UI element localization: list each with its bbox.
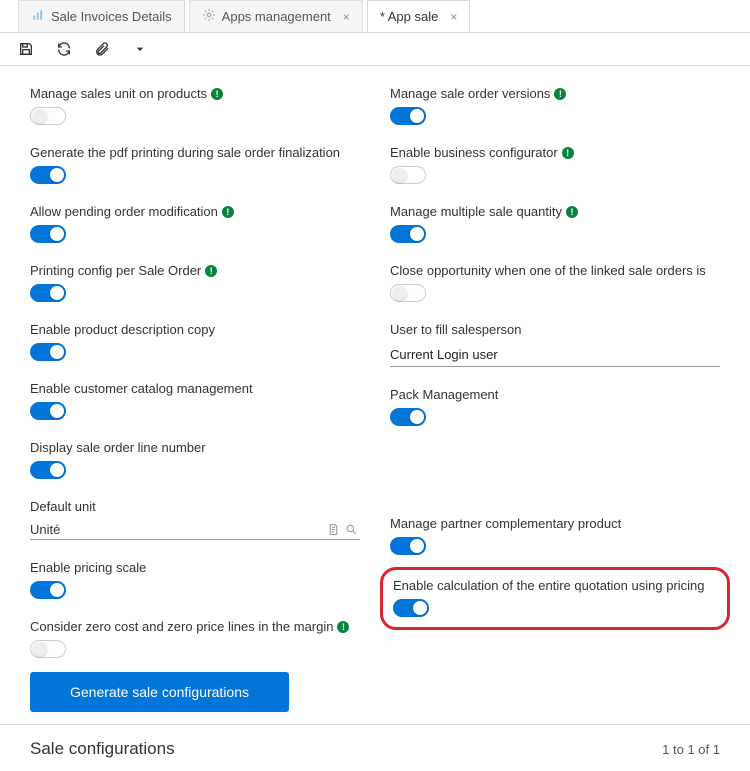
toggle-enable-cust-catalog[interactable] xyxy=(30,402,66,420)
default-unit-input[interactable]: Unité xyxy=(30,520,360,540)
toggle-enable-pricing[interactable] xyxy=(30,581,66,599)
toggle-allow-pending[interactable] xyxy=(30,225,66,243)
toolbar xyxy=(0,33,750,66)
chevron-down-icon[interactable] xyxy=(130,39,150,59)
field-printing-config: Printing config per Sale Order! xyxy=(30,263,360,302)
field-close-opp: Close opportunity when one of the linked… xyxy=(390,263,720,302)
field-user-fill: User to fill salesperson Current Login u… xyxy=(390,322,720,367)
generate-button[interactable]: Generate sale configurations xyxy=(30,672,289,712)
field-enable-cust-catalog: Enable customer catalog management xyxy=(30,381,360,420)
field-consider-zero: Consider zero cost and zero price lines … xyxy=(30,619,360,658)
section-title: Sale configurations xyxy=(30,739,175,759)
toggle-printing-config[interactable] xyxy=(30,284,66,302)
field-pack-mgmt: Pack Management xyxy=(390,387,720,426)
toggle-consider-zero[interactable] xyxy=(30,640,66,658)
field-manage-multi: Manage multiple sale quantity! xyxy=(390,204,720,243)
toggle-close-opp[interactable] xyxy=(390,284,426,302)
tab-label: Sale Invoices Details xyxy=(51,9,172,24)
tab-bar: Sale Invoices Details Apps management × … xyxy=(0,0,750,33)
field-enable-prod-desc: Enable product description copy xyxy=(30,322,360,361)
field-allow-pending: Allow pending order modification! xyxy=(30,204,360,243)
field-generate-pdf: Generate the pdf printing during sale or… xyxy=(30,145,360,184)
refresh-button[interactable] xyxy=(54,39,74,59)
gear-icon xyxy=(202,8,216,25)
toggle-manage-partner[interactable] xyxy=(390,537,426,555)
save-button[interactable] xyxy=(16,39,36,59)
field-display-line-num: Display sale order line number xyxy=(30,440,360,479)
user-fill-select[interactable]: Current Login user xyxy=(390,343,720,367)
info-icon[interactable]: ! xyxy=(566,206,578,218)
left-column: Manage sales unit on products! Generate … xyxy=(30,86,360,658)
toggle-generate-pdf[interactable] xyxy=(30,166,66,184)
attach-button[interactable] xyxy=(92,39,112,59)
document-icon[interactable] xyxy=(324,523,342,536)
toggle-enable-prod-desc[interactable] xyxy=(30,343,66,361)
field-manage-versions: Manage sale order versions! xyxy=(390,86,720,125)
toggle-manage-multi[interactable] xyxy=(390,225,426,243)
highlight-enable-calc: Enable calculation of the entire quotati… xyxy=(380,567,730,630)
field-manage-partner: Manage partner complementary product xyxy=(390,516,720,555)
field-enable-business: Enable business configurator! xyxy=(390,145,720,184)
tab-sale-invoices-details[interactable]: Sale Invoices Details xyxy=(18,0,185,32)
toggle-pack-mgmt[interactable] xyxy=(390,408,426,426)
sale-configurations-section: Sale configurations 1 to 1 of 1 xyxy=(0,724,750,763)
tab-label: Apps management xyxy=(222,9,331,24)
toggle-display-line-num[interactable] xyxy=(30,461,66,479)
field-manage-sales-unit: Manage sales unit on products! xyxy=(30,86,360,125)
info-icon[interactable]: ! xyxy=(554,88,566,100)
toggle-manage-versions[interactable] xyxy=(390,107,426,125)
field-enable-calc: Enable calculation of the entire quotati… xyxy=(393,578,717,617)
close-icon[interactable]: × xyxy=(343,10,350,24)
info-icon[interactable]: ! xyxy=(222,206,234,218)
toggle-enable-business[interactable] xyxy=(390,166,426,184)
toggle-manage-sales-unit[interactable] xyxy=(30,107,66,125)
tab-apps-management[interactable]: Apps management × xyxy=(189,0,363,32)
field-default-unit: Default unit Unité xyxy=(30,499,360,540)
toggle-enable-calc[interactable] xyxy=(393,599,429,617)
field-enable-pricing: Enable pricing scale xyxy=(30,560,360,599)
form-content: Manage sales unit on products! Generate … xyxy=(0,66,750,668)
right-column: Manage sale order versions! Enable busin… xyxy=(390,86,720,658)
close-icon[interactable]: × xyxy=(450,10,457,24)
pager-label: 1 to 1 of 1 xyxy=(662,742,720,757)
info-icon[interactable]: ! xyxy=(211,88,223,100)
tab-app-sale[interactable]: * App sale × xyxy=(367,0,471,32)
search-icon[interactable] xyxy=(342,523,360,536)
tab-label: * App sale xyxy=(380,9,439,24)
info-icon[interactable]: ! xyxy=(205,265,217,277)
chart-icon xyxy=(31,8,45,25)
info-icon[interactable]: ! xyxy=(337,621,349,633)
info-icon[interactable]: ! xyxy=(562,147,574,159)
